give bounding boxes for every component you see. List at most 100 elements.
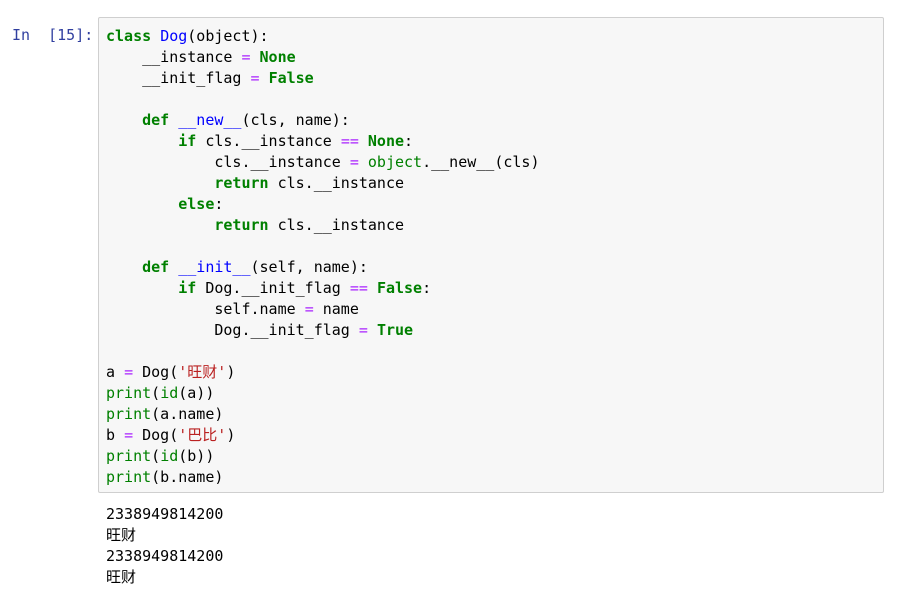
code-token: print bbox=[106, 384, 152, 402]
code-token: = bbox=[349, 153, 359, 171]
code-token: def bbox=[142, 111, 170, 129]
code-line: else: bbox=[106, 194, 540, 215]
code-line: cls.__instance = object.__new__(cls) bbox=[106, 152, 540, 173]
code-token: True bbox=[376, 321, 414, 339]
code-token: '旺财' bbox=[178, 363, 227, 381]
code-line: a = Dog('旺财') bbox=[106, 362, 540, 383]
code-token: .__new__(cls) bbox=[422, 153, 540, 171]
code-editor[interactable]: class Dog(object): __instance = None __i… bbox=[106, 26, 540, 488]
code-token: (b.name) bbox=[151, 468, 224, 486]
output-line: 2338949814200 bbox=[106, 547, 224, 565]
code-token: = bbox=[241, 48, 251, 66]
code-token: if bbox=[178, 279, 197, 297]
code-token: cls.__instance bbox=[268, 216, 405, 234]
code-line: if cls.__instance == None: bbox=[106, 131, 540, 152]
code-token: b bbox=[106, 426, 125, 444]
code-token: = bbox=[358, 321, 368, 339]
code-line: print(id(a)) bbox=[106, 383, 540, 404]
code-token: id bbox=[160, 447, 179, 465]
code-token: Dog bbox=[160, 27, 188, 45]
code-token: def bbox=[142, 258, 170, 276]
code-line: __init_flag = False bbox=[106, 68, 540, 89]
code-line: def __init__(self, name): bbox=[106, 257, 540, 278]
code-token: ( bbox=[151, 447, 161, 465]
code-line: class Dog(object): bbox=[106, 26, 540, 47]
code-line: self.name = name bbox=[106, 299, 540, 320]
code-token: return bbox=[214, 216, 269, 234]
code-token: cls.__instance bbox=[106, 153, 350, 171]
code-token: Dog( bbox=[133, 363, 179, 381]
code-token: name bbox=[313, 300, 359, 318]
code-token: = bbox=[304, 300, 314, 318]
code-line: return cls.__instance bbox=[106, 215, 540, 236]
code-cell[interactable]: In [15]: class Dog(object): __instance =… bbox=[0, 0, 898, 594]
code-line: if Dog.__init_flag == False: bbox=[106, 278, 540, 299]
code-token: ) bbox=[226, 426, 236, 444]
code-token: print bbox=[106, 447, 152, 465]
code-token: False bbox=[376, 279, 423, 297]
code-token: Dog.__init_flag bbox=[196, 279, 350, 297]
code-token: __instance bbox=[106, 48, 242, 66]
code-token: object bbox=[367, 153, 423, 171]
code-token: __init__ bbox=[178, 258, 251, 276]
code-token: return bbox=[214, 174, 269, 192]
code-token: (a)) bbox=[178, 384, 215, 402]
code-line: print(b.name) bbox=[106, 467, 540, 488]
code-token: ) bbox=[226, 363, 236, 381]
output-line: 2338949814200 bbox=[106, 505, 224, 523]
code-token: : bbox=[404, 132, 414, 150]
code-line: def __new__(cls, name): bbox=[106, 110, 540, 131]
code-line: print(id(b)) bbox=[106, 446, 540, 467]
code-token: (object): bbox=[187, 27, 269, 45]
code-token: = bbox=[124, 426, 134, 444]
code-token: False bbox=[268, 69, 314, 87]
code-line: b = Dog('巴比') bbox=[106, 425, 540, 446]
code-token: self.name bbox=[106, 300, 305, 318]
output-line: 旺财 bbox=[106, 526, 137, 544]
code-input-area[interactable]: class Dog(object): __instance = None __i… bbox=[98, 17, 884, 493]
code-token: id bbox=[160, 384, 179, 402]
code-token: (b)) bbox=[178, 447, 215, 465]
code-token: == bbox=[340, 132, 359, 150]
code-token: a bbox=[106, 363, 125, 381]
code-token: : bbox=[422, 279, 432, 297]
code-line: return cls.__instance bbox=[106, 173, 540, 194]
code-token: class bbox=[106, 27, 152, 45]
code-token: = bbox=[124, 363, 134, 381]
code-token: = bbox=[250, 69, 260, 87]
code-token: ( bbox=[151, 384, 161, 402]
code-token: : bbox=[214, 195, 224, 213]
code-token: print bbox=[106, 405, 152, 423]
code-token: None bbox=[259, 48, 296, 66]
code-token: if bbox=[178, 132, 197, 150]
code-token: == bbox=[349, 279, 368, 297]
code-token: cls.__instance bbox=[268, 174, 405, 192]
code-token: Dog( bbox=[133, 426, 179, 444]
code-line: __instance = None bbox=[106, 47, 540, 68]
code-token: Dog.__init_flag bbox=[106, 321, 359, 339]
code-token: (self, name): bbox=[250, 258, 368, 276]
cell-output: 2338949814200 旺财 2338949814200 旺财 bbox=[106, 504, 223, 588]
code-line: print(a.name) bbox=[106, 404, 540, 425]
code-line: Dog.__init_flag = True bbox=[106, 320, 540, 341]
code-token: __new__ bbox=[178, 111, 242, 129]
code-token: cls.__instance bbox=[196, 132, 341, 150]
